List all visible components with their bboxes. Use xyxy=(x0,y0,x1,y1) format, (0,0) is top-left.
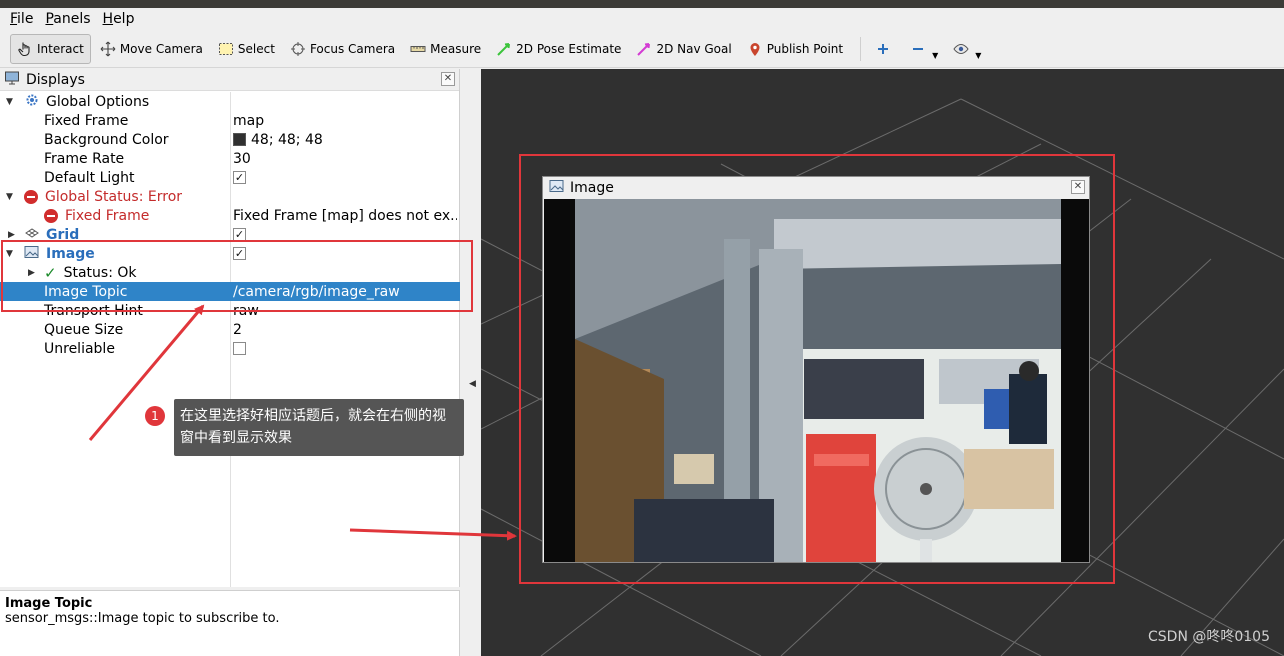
move-camera-label: Move Camera xyxy=(119,42,203,56)
menu-bar: File Panels Help xyxy=(0,8,1284,30)
tree-row-fixed-frame-error[interactable]: Fixed Frame Fixed Frame [map] does not e… xyxy=(0,206,460,225)
green-arrow-icon xyxy=(496,41,512,57)
queue-size-label: Queue Size xyxy=(44,321,124,338)
tree-row-global-options[interactable]: ▼ Global Options xyxy=(0,92,460,111)
error-icon xyxy=(24,189,38,204)
annotation-badge: 1 xyxy=(145,406,165,426)
tree-row-unreliable[interactable]: Unreliable xyxy=(0,339,460,358)
annotation-callout: 在这里选择好相应话题后，就会在右侧的视窗中看到显示效果 xyxy=(174,399,464,456)
help-text: sensor_msgs::Image topic to subscribe to… xyxy=(5,611,280,626)
watermark: CSDN @咚咚0105 xyxy=(1148,629,1270,645)
nav-goal-tool-button[interactable]: 2D Nav Goal xyxy=(630,34,737,64)
remove-tool-button[interactable]: ▼ xyxy=(904,34,944,64)
nav-goal-label: 2D Nav Goal xyxy=(656,42,732,56)
move-camera-tool-button[interactable]: Move Camera xyxy=(94,34,209,64)
global-options-label: Global Options xyxy=(46,93,150,110)
fixed-frame-error-label: Fixed Frame xyxy=(65,207,150,224)
global-status-label: Global Status: Error xyxy=(45,188,183,205)
tree-row-queue-size[interactable]: Queue Size 2 xyxy=(0,320,460,339)
ruler-icon xyxy=(410,41,426,57)
error-icon xyxy=(44,208,58,223)
frame-rate-label: Frame Rate xyxy=(44,150,125,167)
hand-pointer-icon xyxy=(17,41,33,57)
tree-row-default-light[interactable]: Default Light ✓ xyxy=(0,168,460,187)
select-label: Select xyxy=(237,42,275,56)
magenta-arrow-icon xyxy=(636,41,652,57)
toolbar-separator xyxy=(860,37,862,61)
panel-splitter[interactable]: ◀ xyxy=(461,69,481,656)
pose-estimate-tool-button[interactable]: 2D Pose Estimate xyxy=(490,34,627,64)
move-camera-icon xyxy=(100,41,116,57)
unreliable-label: Unreliable xyxy=(44,340,115,357)
tree-row-background-color[interactable]: Background Color 48; 48; 48 xyxy=(0,130,460,149)
collapsed-arrow-icon[interactable]: ▶ xyxy=(8,230,15,240)
window-title-strip xyxy=(0,0,1284,8)
toolbar: Interact Move Camera Select Focus Camera… xyxy=(0,31,1284,68)
pose-estimate-label: 2D Pose Estimate xyxy=(516,42,622,56)
publish-point-tool-button[interactable]: Publish Point xyxy=(741,34,849,64)
minus-icon xyxy=(910,41,926,57)
plus-icon xyxy=(875,41,891,57)
focus-camera-icon xyxy=(290,41,306,57)
tree-row-global-status[interactable]: ▼ Global Status: Error xyxy=(0,187,460,206)
measure-label: Measure xyxy=(430,42,482,56)
background-color-label: Background Color xyxy=(44,131,169,148)
fixed-frame-error-value: Fixed Frame [map] does not ex... xyxy=(233,207,457,224)
help-panel: Image Topic sensor_msgs::Image topic to … xyxy=(0,590,460,656)
gear-icon xyxy=(25,93,39,111)
displays-tree: ▼ Global Options Fixed Frame map Backgro… xyxy=(0,92,460,358)
menu-file[interactable]: File xyxy=(4,11,39,27)
select-rectangle-icon xyxy=(218,41,234,57)
expanded-arrow-icon[interactable]: ▼ xyxy=(6,97,13,107)
background-color-value[interactable]: 48; 48; 48 xyxy=(233,132,457,148)
highlight-box-image-window xyxy=(519,154,1115,584)
close-icon[interactable]: ✕ xyxy=(441,72,455,86)
add-tool-button[interactable] xyxy=(869,34,901,64)
highlight-box-image-display xyxy=(1,240,473,312)
unreliable-checkbox[interactable] xyxy=(233,342,246,355)
tree-row-fixed-frame[interactable]: Fixed Frame map xyxy=(0,111,460,130)
monitor-icon xyxy=(4,70,20,90)
fixed-frame-value[interactable]: map xyxy=(233,113,457,129)
fixed-frame-label: Fixed Frame xyxy=(44,112,129,129)
eye-icon xyxy=(953,41,969,57)
displays-title: Displays xyxy=(26,71,85,88)
interact-tool-button[interactable]: Interact xyxy=(10,34,91,64)
displays-header: Displays ✕ xyxy=(0,69,459,91)
chevron-down-icon: ▼ xyxy=(932,50,939,60)
select-tool-button[interactable]: Select xyxy=(212,34,281,64)
measure-tool-button[interactable]: Measure xyxy=(404,34,487,64)
chevron-down-icon: ▼ xyxy=(975,50,982,60)
interact-label: Interact xyxy=(37,42,84,56)
menu-panels[interactable]: Panels xyxy=(39,11,96,27)
default-light-checkbox[interactable]: ✓ xyxy=(233,171,246,184)
help-title: Image Topic xyxy=(5,596,93,611)
displays-panel: Displays ✕ ▼ Global Options Fixed Frame … xyxy=(0,69,460,587)
expanded-arrow-icon[interactable]: ▼ xyxy=(6,192,13,202)
frame-rate-value[interactable]: 30 xyxy=(233,151,457,167)
view-options-button[interactable]: ▼ xyxy=(947,34,987,64)
background-color-text: 48; 48; 48 xyxy=(251,131,323,148)
focus-camera-label: Focus Camera xyxy=(309,42,396,56)
queue-size-value[interactable]: 2 xyxy=(233,322,457,338)
tree-row-frame-rate[interactable]: Frame Rate 30 xyxy=(0,149,460,168)
map-pin-icon xyxy=(747,41,763,57)
collapse-left-icon[interactable]: ◀ xyxy=(469,379,476,389)
color-swatch xyxy=(233,133,246,146)
publish-point-label: Publish Point xyxy=(766,42,844,56)
focus-camera-tool-button[interactable]: Focus Camera xyxy=(284,34,401,64)
menu-help[interactable]: Help xyxy=(97,11,141,27)
default-light-label: Default Light xyxy=(44,169,135,186)
